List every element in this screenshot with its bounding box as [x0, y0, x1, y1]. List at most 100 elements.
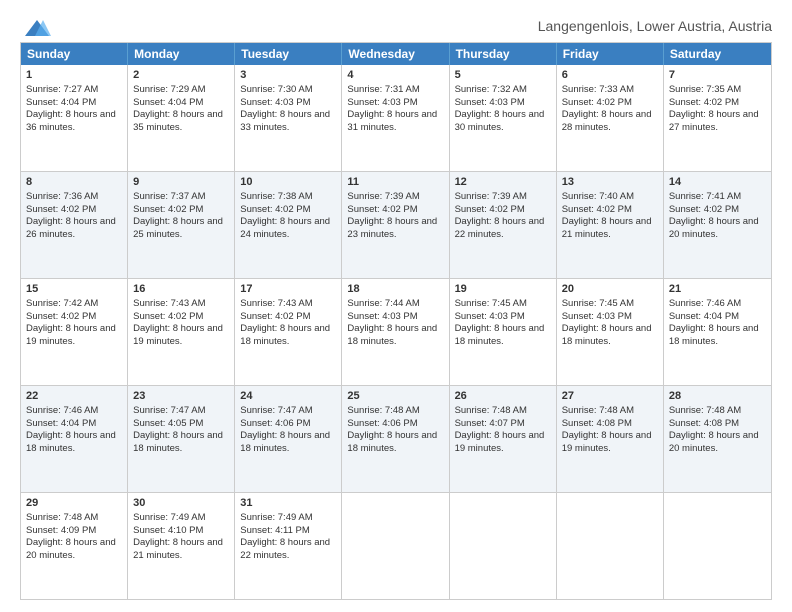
daylight-hours: Daylight: 8 hours and 19 minutes.: [455, 430, 545, 454]
sunset-time: Sunset: 4:08 PM: [669, 418, 739, 429]
daylight-hours: Daylight: 8 hours and 21 minutes.: [562, 216, 652, 240]
day-number: 25: [347, 389, 443, 404]
sunrise-time: Sunrise: 7:39 AM: [455, 191, 527, 202]
calendar-day-cell: 8Sunrise: 7:36 AM Sunset: 4:02 PMDaylight…: [21, 172, 128, 278]
sunset-time: Sunset: 4:08 PM: [562, 418, 632, 429]
day-number: 28: [669, 389, 766, 404]
sunrise-time: Sunrise: 7:43 AM: [240, 298, 312, 309]
sunrise-time: Sunrise: 7:48 AM: [347, 405, 419, 416]
calendar-day-cell: 12Sunrise: 7:39 AMSunset: 4:02 PMDayligh…: [450, 172, 557, 278]
day-number: 7: [669, 68, 766, 83]
day-number: 15: [26, 282, 122, 297]
sunrise-time: Sunrise: 7:45 AM: [455, 298, 527, 309]
sunrise-time: Sunrise: 7:35 AM: [669, 84, 741, 95]
daylight-hours: Daylight: 8 hours and 18 minutes.: [347, 430, 437, 454]
calendar-day-cell: 16Sunrise: 7:43 AMSunset: 4:02 PMDayligh…: [128, 279, 235, 385]
sunset-time: Sunset: 4:05 PM: [133, 418, 203, 429]
empty-cell: [342, 493, 449, 599]
sunrise-time: Sunrise: 7:48 AM: [455, 405, 527, 416]
calendar-day-cell: 27Sunrise: 7:48 AM Sunset: 4:08 PMDayligh…: [557, 386, 664, 492]
calendar-day-cell: 15Sunrise: 7:42 AMSunset: 4:02 PMDayligh…: [21, 279, 128, 385]
calendar-day-cell: 4Sunrise: 7:31 AMSunset: 4:03 PMDaylight…: [342, 65, 449, 171]
sunset-time: Sunset: 4:03 PM: [455, 97, 525, 108]
sunrise-time: Sunrise: 7:48 AM: [562, 405, 634, 416]
day-number: 2: [133, 68, 229, 83]
calendar-day-cell: 21Sunrise: 7:46 AMSunset: 4:04 PMDayligh…: [664, 279, 771, 385]
sunset-time: Sunset: 4:03 PM: [455, 311, 525, 322]
sunrise-time: Sunrise: 7:47 AM: [240, 405, 312, 416]
day-number: 27: [562, 389, 658, 404]
day-number: 5: [455, 68, 551, 83]
daylight-hours: Daylight: 8 hours and 18 minutes.: [347, 323, 437, 347]
empty-cell: [664, 493, 771, 599]
sunrise-time: Sunrise: 7:41 AM: [669, 191, 741, 202]
daylight-hours: Daylight: 8 hours and 25 minutes.: [133, 216, 223, 240]
cal-header-day: Tuesday: [235, 43, 342, 65]
sunrise-time: Sunrise: 7:37 AM: [133, 191, 205, 202]
sunset-time: Sunset: 4:03 PM: [562, 311, 632, 322]
sunset-time: Sunset: 4:02 PM: [562, 97, 632, 108]
day-number: 1: [26, 68, 122, 83]
calendar-day-cell: 17Sunrise: 7:43 AMSunset: 4:02 PMDayligh…: [235, 279, 342, 385]
empty-cell: [557, 493, 664, 599]
sunrise-time: Sunrise: 7:48 AM: [26, 512, 98, 523]
calendar-day-cell: 26Sunrise: 7:48 AMSunset: 4:07 PMDayligh…: [450, 386, 557, 492]
day-number: 24: [240, 389, 336, 404]
calendar-day-cell: 23Sunrise: 7:47 AMSunset: 4:05 PMDayligh…: [128, 386, 235, 492]
day-number: 6: [562, 68, 658, 83]
sunrise-time: Sunrise: 7:31 AM: [347, 84, 419, 95]
sunset-time: Sunset: 4:07 PM: [455, 418, 525, 429]
day-number: 8: [26, 175, 122, 190]
sunrise-time: Sunrise: 7:46 AM: [26, 405, 98, 416]
daylight-hours: Daylight: 8 hours and 19 minutes.: [562, 430, 652, 454]
sunrise-time: Sunrise: 7:42 AM: [26, 298, 98, 309]
sunrise-time: Sunrise: 7:38 AM: [240, 191, 312, 202]
day-number: 12: [455, 175, 551, 190]
cal-header-day: Friday: [557, 43, 664, 65]
sunset-time: Sunset: 4:11 PM: [240, 525, 310, 536]
sunset-time: Sunset: 4:02 PM: [669, 97, 739, 108]
daylight-hours: Daylight: 8 hours and 26 minutes.: [26, 216, 116, 240]
calendar-day-cell: 25Sunrise: 7:48 AM Sunset: 4:06 PMDayligh…: [342, 386, 449, 492]
calendar-day-cell: 30Sunrise: 7:49 AMSunset: 4:10 PMDayligh…: [128, 493, 235, 599]
calendar-row: 29Sunrise: 7:48 AMSunset: 4:09 PMDayligh…: [21, 492, 771, 599]
sunrise-time: Sunrise: 7:48 AM: [669, 405, 741, 416]
sunset-time: Sunset: 4:06 PM: [347, 418, 417, 429]
daylight-hours: Daylight: 8 hours and 18 minutes.: [240, 430, 330, 454]
calendar-day-cell: 7Sunrise: 7:35 AMSunset: 4:02 PMDaylight…: [664, 65, 771, 171]
sunset-time: Sunset: 4:03 PM: [347, 311, 417, 322]
calendar-day-cell: 24Sunrise: 7:47 AMSunset: 4:06 PMDayligh…: [235, 386, 342, 492]
sunset-time: Sunset: 4:02 PM: [26, 204, 96, 215]
sunset-time: Sunset: 4:03 PM: [347, 97, 417, 108]
day-number: 29: [26, 496, 122, 511]
day-number: 9: [133, 175, 229, 190]
calendar-day-cell: 3Sunrise: 7:30 AMSunset: 4:03 PMDaylight…: [235, 65, 342, 171]
cal-header-day: Saturday: [664, 43, 771, 65]
daylight-hours: Daylight: 8 hours and 19 minutes.: [133, 323, 223, 347]
sunrise-time: Sunrise: 7:36 AM: [26, 191, 98, 202]
calendar-day-cell: 1Sunrise: 7:27 AMSunset: 4:04 PMDaylight…: [21, 65, 128, 171]
day-number: 31: [240, 496, 336, 511]
daylight-hours: Daylight: 8 hours and 31 minutes.: [347, 109, 437, 133]
daylight-hours: Daylight: 8 hours and 18 minutes.: [26, 430, 116, 454]
sunset-time: Sunset: 4:04 PM: [26, 418, 96, 429]
sunrise-time: Sunrise: 7:39 AM: [347, 191, 419, 202]
sunrise-time: Sunrise: 7:47 AM: [133, 405, 205, 416]
sunset-time: Sunset: 4:02 PM: [347, 204, 417, 215]
calendar-day-cell: 2Sunrise: 7:29 AMSunset: 4:04 PMDaylight…: [128, 65, 235, 171]
sunset-time: Sunset: 4:02 PM: [669, 204, 739, 215]
sunrise-time: Sunrise: 7:49 AM: [240, 512, 312, 523]
sunrise-time: Sunrise: 7:44 AM: [347, 298, 419, 309]
calendar-row: 8Sunrise: 7:36 AMSunset: 4:02 PMDaylight…: [21, 171, 771, 278]
calendar-day-cell: 31Sunrise: 7:49 AMSunset: 4:11 PMDayligh…: [235, 493, 342, 599]
daylight-hours: Daylight: 8 hours and 36 minutes.: [26, 109, 116, 133]
daylight-hours: Daylight: 8 hours and 20 minutes.: [669, 216, 759, 240]
day-number: 14: [669, 175, 766, 190]
daylight-hours: Daylight: 8 hours and 18 minutes.: [240, 323, 330, 347]
empty-cell: [450, 493, 557, 599]
daylight-hours: Daylight: 8 hours and 22 minutes.: [455, 216, 545, 240]
sunrise-time: Sunrise: 7:40 AM: [562, 191, 634, 202]
sunrise-time: Sunrise: 7:29 AM: [133, 84, 205, 95]
calendar-day-cell: 11Sunrise: 7:39 AMSunset: 4:02 PMDayligh…: [342, 172, 449, 278]
cal-header-day: Monday: [128, 43, 235, 65]
